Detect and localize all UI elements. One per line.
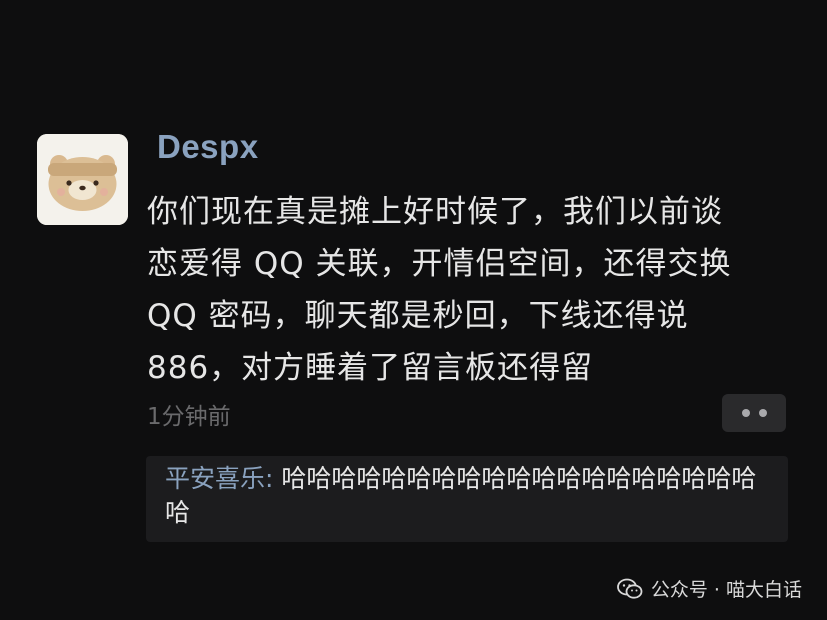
wechat-icon: [616, 578, 643, 599]
avatar[interactable]: [37, 134, 128, 225]
post-timestamp: 1分钟前: [147, 404, 231, 430]
username[interactable]: Despx: [157, 128, 259, 166]
post-text-line: 恋爱得 QQ 关联，开情侣空间，还得交换: [147, 246, 732, 282]
watermark: 公众号 · 喵大白话: [616, 575, 802, 602]
more-dots-icon: [741, 409, 750, 417]
more-options-button[interactable]: [722, 394, 786, 432]
bear-avatar-icon: [37, 134, 128, 225]
post-text-line: QQ 密码，聊天都是秒回，下线还得说: [147, 298, 689, 334]
comment-author[interactable]: 平安喜乐: [165, 464, 265, 493]
comment-item[interactable]: 平安喜乐: 哈哈哈哈哈哈哈哈哈哈哈哈哈哈哈哈哈哈哈哈: [165, 462, 775, 530]
comment-section: 平安喜乐: 哈哈哈哈哈哈哈哈哈哈哈哈哈哈哈哈哈哈哈哈: [146, 456, 788, 542]
post-text-line: 你们现在真是摊上好时候了，我们以前谈: [147, 194, 723, 230]
post-text-line: 886，对方睡着了留言板还得留: [147, 350, 594, 386]
watermark-text: 公众号 · 喵大白话: [650, 579, 802, 601]
comment-separator: :: [265, 464, 282, 493]
post-text: 你们现在真是摊上好时候了，我们以前谈 恋爱得 QQ 关联，开情侣空间，还得交换 …: [147, 186, 797, 394]
moment-post-page: Despx 你们现在真是摊上好时候了，我们以前谈 恋爱得 QQ 关联，开情侣空间…: [0, 0, 827, 620]
more-dots-icon: [758, 409, 767, 417]
